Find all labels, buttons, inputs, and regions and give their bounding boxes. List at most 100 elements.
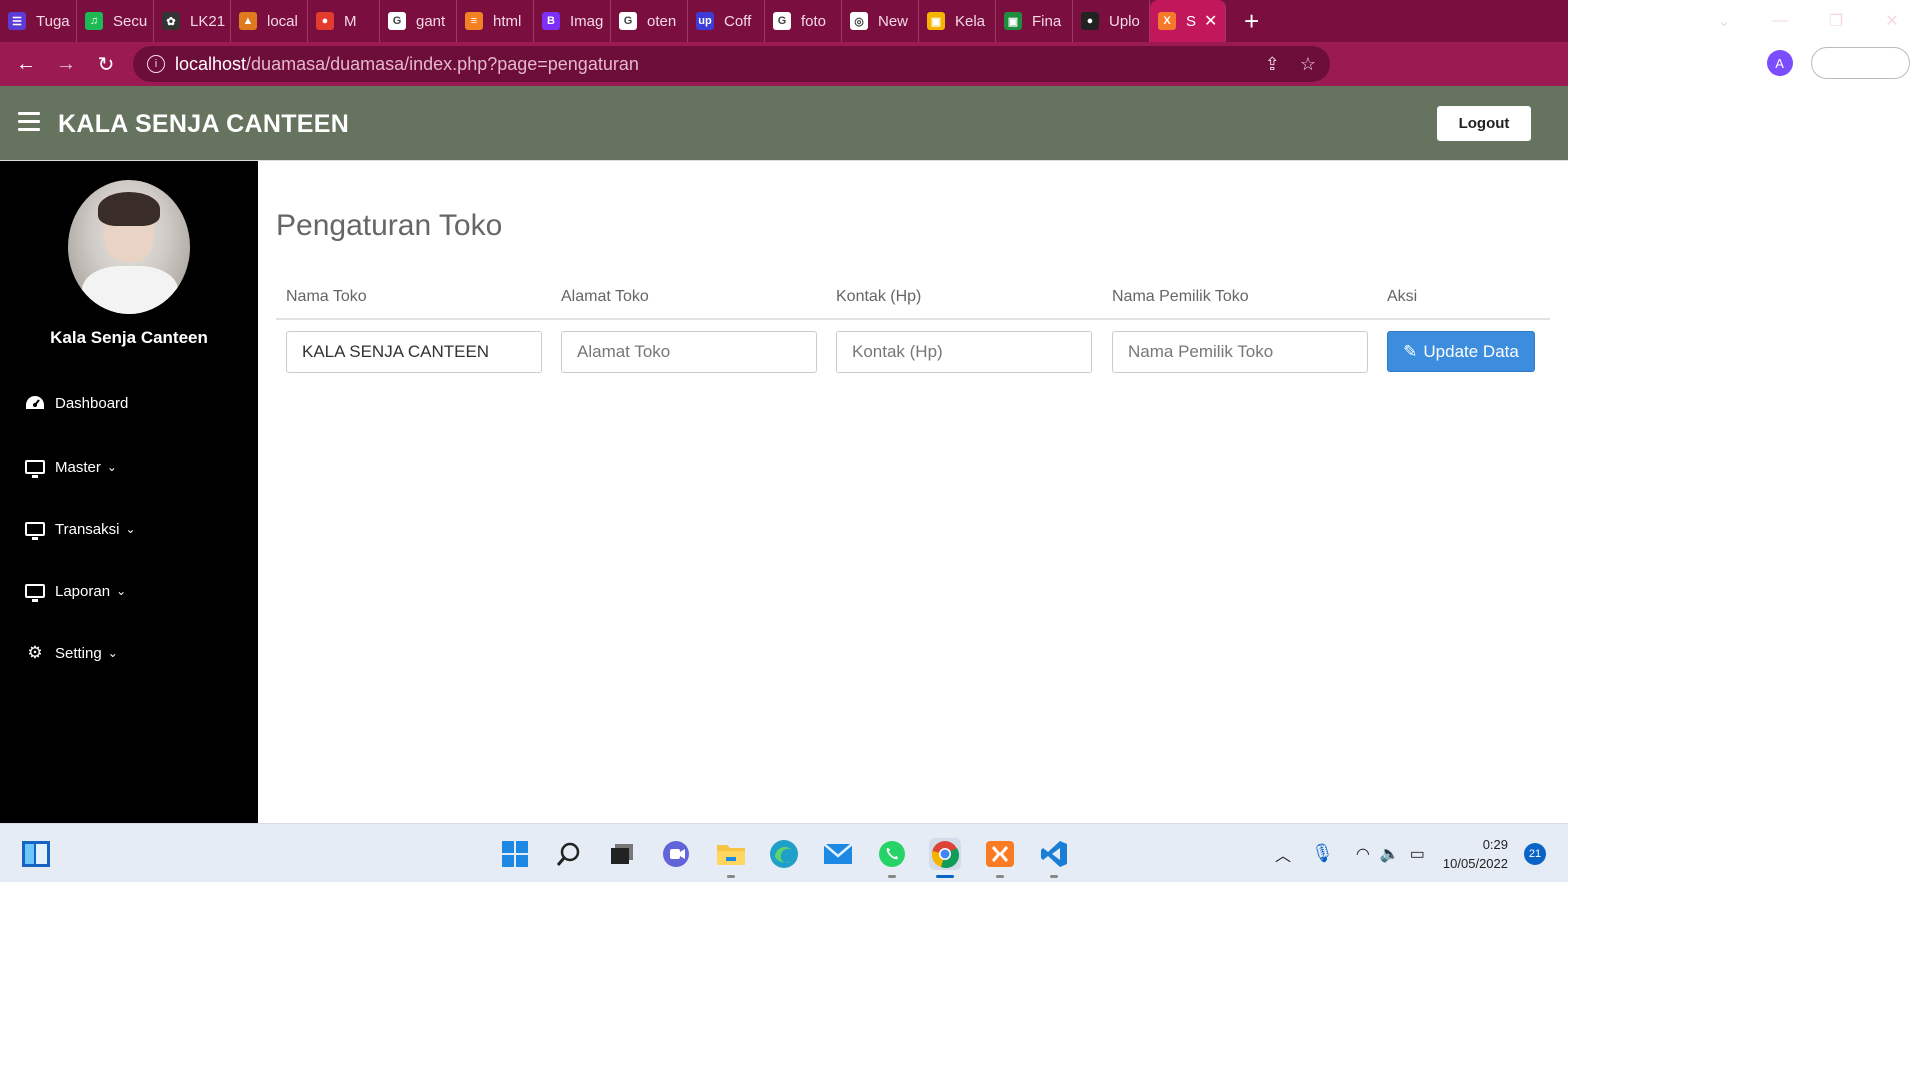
sidebar-item-setting[interactable]: ⚙ Setting ⌄: [24, 643, 118, 662]
tab-favicon-icon: up: [696, 12, 714, 30]
pemilik-input[interactable]: [1112, 331, 1368, 373]
tab-favicon-icon: ●: [1081, 12, 1099, 30]
tab-favicon-icon: G: [388, 12, 406, 30]
tab-label: New: [878, 12, 909, 30]
battery-icon[interactable]: ▭: [1410, 844, 1425, 864]
tab-search-icon[interactable]: ⌄: [1696, 11, 1752, 31]
monitor-icon: [24, 582, 46, 602]
browser-tab[interactable]: ▣ Fina: [996, 0, 1073, 42]
file-explorer-icon[interactable]: [715, 838, 747, 878]
close-tab-icon[interactable]: ✕: [1204, 11, 1217, 31]
bookmark-star-icon[interactable]: ☆: [1300, 54, 1316, 75]
browser-tab[interactable]: ◎ New: [842, 0, 919, 42]
sidebar-item-dashboard[interactable]: Dashboard: [24, 394, 128, 412]
tab-label: S: [1186, 12, 1197, 30]
browser-tab[interactable]: X S ✕: [1150, 0, 1226, 42]
brand-title: KALA SENJA CANTEEN: [58, 110, 350, 138]
vscode-icon[interactable]: [1038, 838, 1070, 878]
monitor-icon: [24, 520, 46, 540]
widgets-icon[interactable]: [20, 838, 52, 870]
sidebar-item-transaksi[interactable]: Transaksi ⌄: [24, 520, 136, 540]
browser-tab[interactable]: ▲ local: [231, 0, 308, 42]
tab-label: Uplo: [1109, 12, 1140, 30]
search-icon[interactable]: [553, 838, 585, 870]
logout-button[interactable]: Logout: [1437, 106, 1531, 141]
kontak-input[interactable]: [836, 331, 1092, 373]
clock-date: 10/05/2022: [1442, 855, 1508, 871]
new-tab-button[interactable]: +: [1244, 6, 1259, 37]
tab-label: oten: [647, 12, 677, 30]
browser-tab[interactable]: ▣ Kela: [919, 0, 996, 42]
browser-tab[interactable]: ☰ Tuga: [0, 0, 77, 42]
volume-icon[interactable]: 🔈: [1380, 844, 1400, 864]
mail-icon[interactable]: [822, 838, 854, 870]
update-data-label: Update Data: [1423, 341, 1519, 361]
tab-favicon-icon: ▲: [239, 12, 257, 30]
profile-avatar[interactable]: A: [1766, 50, 1793, 76]
tab-favicon-icon: ▣: [927, 12, 945, 30]
close-window-button[interactable]: ✕: [1864, 11, 1920, 31]
browser-toolbar: ← → ↻ i localhost/duamasa/duamasa/index.…: [0, 42, 1568, 86]
tab-favicon-icon: ✿: [162, 12, 180, 30]
address-bar[interactable]: i localhost/duamasa/duamasa/index.php?pa…: [133, 46, 1330, 82]
task-view-icon[interactable]: [606, 838, 638, 870]
tab-label: LK21: [190, 12, 226, 30]
window-controls: ⌄ — ❐ ✕: [1696, 0, 1920, 42]
browser-tab[interactable]: ≡ html: [457, 0, 534, 42]
side-panel-icon[interactable]: ▮: [1739, 53, 1749, 74]
whatsapp-icon[interactable]: [876, 838, 908, 878]
browser-update-button[interactable]: Update ⋮: [1810, 47, 1910, 79]
site-info-icon[interactable]: i: [147, 55, 165, 73]
minimize-button[interactable]: —: [1752, 12, 1808, 30]
chevron-down-icon: ⌄: [107, 646, 118, 660]
browser-tab[interactable]: Goten: [611, 0, 688, 42]
sidebar-item-laporan[interactable]: Laporan ⌄: [24, 582, 126, 602]
chrome-icon[interactable]: [929, 838, 961, 878]
browser-tab[interactable]: up Coff: [688, 0, 765, 42]
nama-toko-input[interactable]: [286, 331, 542, 373]
app-header: KALA SENJA CANTEEN Logout: [0, 86, 1568, 161]
browser-tab[interactable]: ♫ Secu: [77, 0, 154, 42]
wifi-icon[interactable]: ◠: [1356, 844, 1370, 864]
tab-label: Secu: [113, 12, 148, 30]
clock[interactable]: 0:29 10/05/2022: [1443, 835, 1508, 873]
sidebar-shop-name: Kala Senja Canteen: [50, 328, 208, 347]
microphone-icon[interactable]: 🎙: [1311, 843, 1334, 864]
address-url[interactable]: localhost/duamasa/duamasa/index.php?page…: [175, 54, 639, 75]
browser-tab[interactable]: B Imag: [534, 0, 611, 42]
teams-chat-icon[interactable]: [660, 838, 692, 870]
start-windows-icon[interactable]: [499, 838, 531, 870]
browser-tab[interactable]: ● M: [308, 0, 380, 42]
restore-button[interactable]: ❐: [1808, 11, 1864, 31]
sidebar: Kala Senja Canteen Dashboard Master ⌄ Tr…: [0, 161, 258, 823]
hamburger-menu-icon[interactable]: [18, 112, 40, 132]
tab-label: Imag: [570, 12, 604, 30]
extensions-icon[interactable]: ✚: [1706, 53, 1721, 74]
browser-tab[interactable]: ● Uplo: [1073, 0, 1150, 42]
back-button[interactable]: ←: [6, 53, 46, 76]
pencil-icon: ✎: [1403, 341, 1418, 361]
reload-button[interactable]: ↻: [86, 52, 126, 77]
tab-favicon-icon: ●: [316, 12, 334, 30]
notification-badge[interactable]: 21: [1524, 842, 1546, 865]
sidebar-item-label: Laporan: [55, 582, 111, 600]
xampp-icon[interactable]: [984, 838, 1016, 878]
browser-update-label: Update: [1823, 54, 1872, 72]
table-header: Nama Toko Alamat Toko Kontak (Hp) Nama P…: [276, 286, 1550, 320]
alamat-toko-input[interactable]: [561, 331, 817, 373]
browser-tab[interactable]: Ggant: [380, 0, 457, 42]
tab-favicon-icon: ◎: [850, 12, 868, 30]
column-header-aksi: Aksi: [1387, 288, 1418, 305]
browser-tab[interactable]: ✿ LK21: [154, 0, 231, 42]
chevron-down-icon: ⌄: [125, 522, 136, 536]
edge-browser-icon[interactable]: [768, 838, 800, 870]
sidebar-item-master[interactable]: Master ⌄: [24, 458, 117, 478]
column-header-alamat-toko: Alamat Toko: [561, 288, 649, 305]
update-data-button[interactable]: ✎ Update Data: [1387, 331, 1535, 372]
show-hidden-icons-icon[interactable]: ︿: [1275, 842, 1291, 866]
tab-favicon-icon: X: [1158, 12, 1176, 30]
sidebar-item-label: Transaksi: [55, 520, 120, 538]
browser-tab[interactable]: Gfoto: [765, 0, 842, 42]
share-icon[interactable]: ⇪: [1265, 54, 1280, 75]
forward-button[interactable]: →: [46, 53, 86, 76]
